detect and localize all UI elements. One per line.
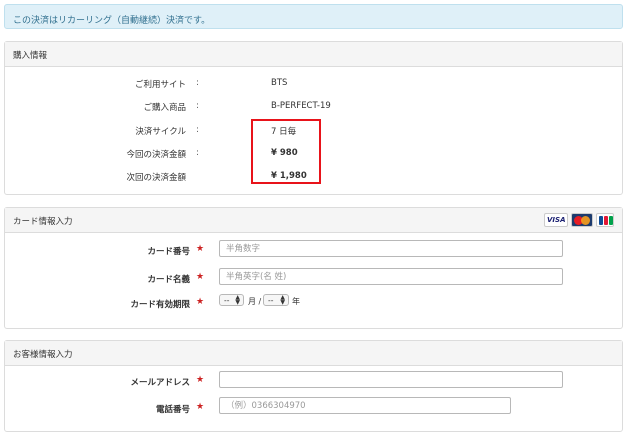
- highlight-box: [251, 119, 321, 184]
- expiry-month-unit: 月 /: [248, 297, 262, 306]
- card-info-header: カード情報入力 VISA: [5, 208, 622, 233]
- card-name-required-star: ★: [196, 272, 205, 282]
- phone-input[interactable]: [219, 397, 511, 414]
- visa-logo-icon: VISA: [544, 213, 568, 227]
- card-name-input[interactable]: [219, 268, 563, 285]
- site-value: BTS: [271, 78, 288, 88]
- card-number-input[interactable]: [219, 240, 563, 257]
- site-colon: :: [196, 78, 199, 88]
- product-label: ご購入商品: [143, 103, 186, 113]
- expiry-year-value: --: [268, 296, 274, 305]
- notice-text: この決済はリカーリング（自動継続）決済です。: [13, 16, 211, 26]
- jcb-logo-icon: [596, 213, 614, 227]
- purchase-info-header: 購入情報: [5, 42, 622, 67]
- recurring-notice-banner: この決済はリカーリング（自動継続）決済です。: [4, 4, 623, 29]
- expiry-month-select[interactable]: -- ▲ ▼: [219, 294, 244, 306]
- phone-label: 電話番号: [155, 405, 190, 415]
- customer-info-title: お客様情報入力: [13, 350, 73, 360]
- expiry-month-value: --: [224, 296, 230, 305]
- card-number-label: カード番号: [147, 247, 190, 257]
- card-number-required-star: ★: [196, 244, 205, 254]
- current-amount-colon: :: [196, 148, 199, 158]
- card-brand-logos: VISA: [544, 213, 614, 227]
- card-name-label: カード名義: [147, 275, 190, 285]
- email-input[interactable]: [219, 371, 563, 388]
- mastercard-logo-icon: [571, 213, 593, 227]
- site-label: ご利用サイト: [134, 80, 186, 90]
- card-expiry-required-star: ★: [196, 297, 205, 307]
- product-value: B-PERFECT-19: [271, 101, 331, 111]
- card-info-title: カード情報入力: [13, 217, 73, 227]
- email-required-star: ★: [196, 375, 205, 385]
- purchase-info-title: 購入情報: [13, 51, 48, 61]
- customer-info-header: お客様情報入力: [5, 341, 622, 366]
- expiry-year-unit: 年: [292, 297, 300, 306]
- next-amount-label: 次回の決済金額: [126, 173, 186, 183]
- email-label: メールアドレス: [130, 378, 190, 388]
- expiry-year-select[interactable]: -- ▲ ▼: [263, 294, 289, 306]
- cycle-label: 決済サイクル: [135, 127, 186, 137]
- select-arrows-icon: ▲ ▼: [280, 294, 285, 306]
- card-expiry-label: カード有効期限: [130, 300, 190, 310]
- phone-required-star: ★: [196, 402, 205, 412]
- product-colon: :: [196, 101, 199, 111]
- current-amount-label: 今回の決済金額: [126, 150, 186, 160]
- select-arrows-icon: ▲ ▼: [235, 294, 240, 306]
- cycle-colon: :: [196, 125, 199, 135]
